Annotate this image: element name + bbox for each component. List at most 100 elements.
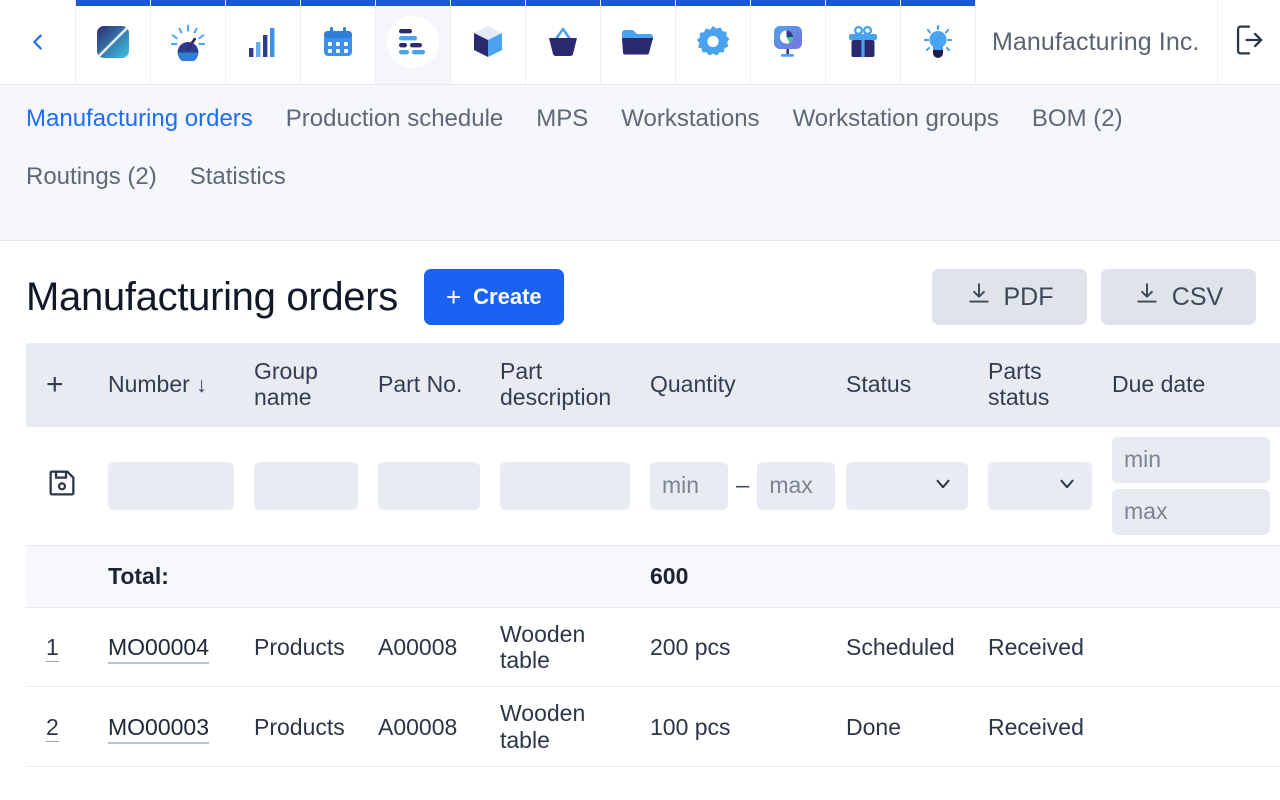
column-add-header[interactable]: + xyxy=(26,343,98,427)
filter-cell-status xyxy=(836,426,978,546)
order-number-link[interactable]: MO00003 xyxy=(108,713,210,744)
app-icon-settings[interactable] xyxy=(676,0,751,84)
row-index[interactable]: 1 xyxy=(46,633,59,662)
row-status: Scheduled xyxy=(836,607,978,688)
pie-presentation-icon xyxy=(771,24,805,60)
save-filter-cell[interactable] xyxy=(26,426,98,546)
column-header-due-date[interactable]: Due date xyxy=(1102,343,1280,427)
total-parts-status xyxy=(978,545,1102,608)
create-button[interactable]: + Create xyxy=(423,269,564,325)
filter-input-due-date-max[interactable] xyxy=(1112,488,1270,535)
filter-input-part-no[interactable] xyxy=(378,461,480,510)
basket-icon xyxy=(545,26,581,58)
active-accent-bar xyxy=(376,0,450,6)
column-header-part-no[interactable]: Part No. xyxy=(368,343,490,427)
total-quantity: 600 xyxy=(640,545,836,608)
bar-chart-icon xyxy=(246,25,280,59)
tab-production-schedule[interactable]: Production schedule xyxy=(286,105,503,133)
section-nav: Manufacturing orders Production schedule… xyxy=(0,85,1280,241)
total-part-no xyxy=(368,545,490,608)
tab-mps[interactable]: MPS xyxy=(536,105,588,133)
table-header: + Number ↓ Group name Part No. Part desc… xyxy=(26,343,1280,427)
row-number-cell: MO00003 xyxy=(98,686,244,768)
download-pdf-label: PDF xyxy=(1003,282,1054,311)
tab-workstation-groups[interactable]: Workstation groups xyxy=(793,105,999,133)
active-accent-bar xyxy=(601,0,675,6)
filter-cell-group-name xyxy=(244,426,368,546)
save-icon[interactable] xyxy=(46,470,78,503)
filter-input-group-name[interactable] xyxy=(254,461,358,510)
download-csv-button[interactable]: CSV xyxy=(1101,269,1256,325)
table-header-row: + Number ↓ Group name Part No. Part desc… xyxy=(26,343,1280,427)
table-row[interactable]: 2 MO00003 Products A00008 Wooden table 1… xyxy=(26,686,1280,768)
app-icon-overview[interactable] xyxy=(151,0,226,84)
quantity-range-filter: – xyxy=(650,461,836,510)
column-header-number[interactable]: Number ↓ xyxy=(98,343,244,427)
download-pdf-button[interactable]: PDF xyxy=(932,269,1087,325)
active-accent-bar xyxy=(901,0,975,6)
row-index[interactable]: 2 xyxy=(46,713,59,742)
tab-bom[interactable]: BOM (2) xyxy=(1032,105,1123,133)
row-parts-status: Received xyxy=(978,686,1102,768)
app-icon-stock[interactable] xyxy=(451,0,526,84)
chevron-down-icon xyxy=(932,472,954,499)
filter-input-due-date-min[interactable] xyxy=(1112,436,1270,483)
back-button[interactable] xyxy=(0,0,76,84)
plus-icon: + xyxy=(445,282,462,312)
row-index-cell: 2 xyxy=(26,686,98,768)
filter-select-parts-status[interactable] xyxy=(988,461,1092,510)
order-number-link[interactable]: MO00004 xyxy=(108,633,210,664)
create-button-label: Create xyxy=(473,284,542,309)
app-icon-offers[interactable] xyxy=(826,0,901,84)
gear-icon xyxy=(696,25,730,59)
row-index-cell: 1 xyxy=(26,607,98,688)
filter-cell-number xyxy=(98,426,244,546)
company-name-area: Manufacturing Inc. xyxy=(976,0,1218,84)
app-icon-manufacturing[interactable] xyxy=(376,0,451,84)
sort-descending-icon[interactable]: ↓ xyxy=(196,374,207,397)
app-icon-analytics[interactable] xyxy=(751,0,826,84)
active-accent-bar xyxy=(826,0,900,6)
tab-manufacturing-orders[interactable]: Manufacturing orders xyxy=(26,105,253,133)
tab-statistics[interactable]: Statistics xyxy=(190,163,286,191)
total-group-name xyxy=(244,545,368,608)
add-column-icon[interactable]: + xyxy=(46,368,64,401)
manufacturing-list-icon xyxy=(396,27,430,57)
tab-routings[interactable]: Routings (2) xyxy=(26,163,157,191)
gauge-icon xyxy=(169,23,207,61)
filter-cell-due-date xyxy=(1102,426,1280,546)
filter-cell-parts-status xyxy=(978,426,1102,546)
row-group-name: Products xyxy=(244,607,368,688)
app-icon-calendar[interactable] xyxy=(301,0,376,84)
filter-input-quantity-max[interactable] xyxy=(757,461,836,510)
filter-input-quantity-min[interactable] xyxy=(650,461,728,510)
app-icon-sales[interactable] xyxy=(526,0,601,84)
column-header-status[interactable]: Status xyxy=(836,343,978,427)
orders-table-container: + Number ↓ Group name Part No. Part desc… xyxy=(0,343,1280,768)
chevron-down-icon xyxy=(1056,472,1078,499)
active-accent-bar xyxy=(151,0,225,6)
total-due-date xyxy=(1102,545,1280,608)
app-icon-dashboard[interactable] xyxy=(76,0,151,84)
filter-input-part-description[interactable] xyxy=(500,461,630,510)
row-group-name: Products xyxy=(244,686,368,768)
chevron-left-icon xyxy=(27,31,49,53)
column-header-part-description[interactable]: Part description xyxy=(490,343,640,427)
column-header-quantity[interactable]: Quantity xyxy=(640,343,836,427)
filter-select-status[interactable] xyxy=(846,461,968,510)
column-header-parts-status[interactable]: Parts status xyxy=(978,343,1102,427)
active-accent-bar xyxy=(301,0,375,6)
lightbulb-icon xyxy=(921,24,955,60)
page-header: Manufacturing orders + Create PDF CSV xyxy=(0,241,1280,343)
tab-workstations[interactable]: Workstations xyxy=(621,105,759,133)
logout-button[interactable] xyxy=(1218,0,1280,84)
row-part-no: A00008 xyxy=(368,607,490,688)
filter-input-number[interactable] xyxy=(108,461,234,510)
app-icon-tips[interactable] xyxy=(901,0,976,84)
total-row: Total: 600 xyxy=(26,545,1280,608)
app-icon-reports[interactable] xyxy=(226,0,301,84)
app-icon-procurement[interactable] xyxy=(601,0,676,84)
table-row[interactable]: 1 MO00004 Products A00008 Wooden table 2… xyxy=(26,607,1280,688)
column-header-group-name[interactable]: Group name xyxy=(244,343,368,427)
dashboard-tile-icon xyxy=(95,24,131,60)
